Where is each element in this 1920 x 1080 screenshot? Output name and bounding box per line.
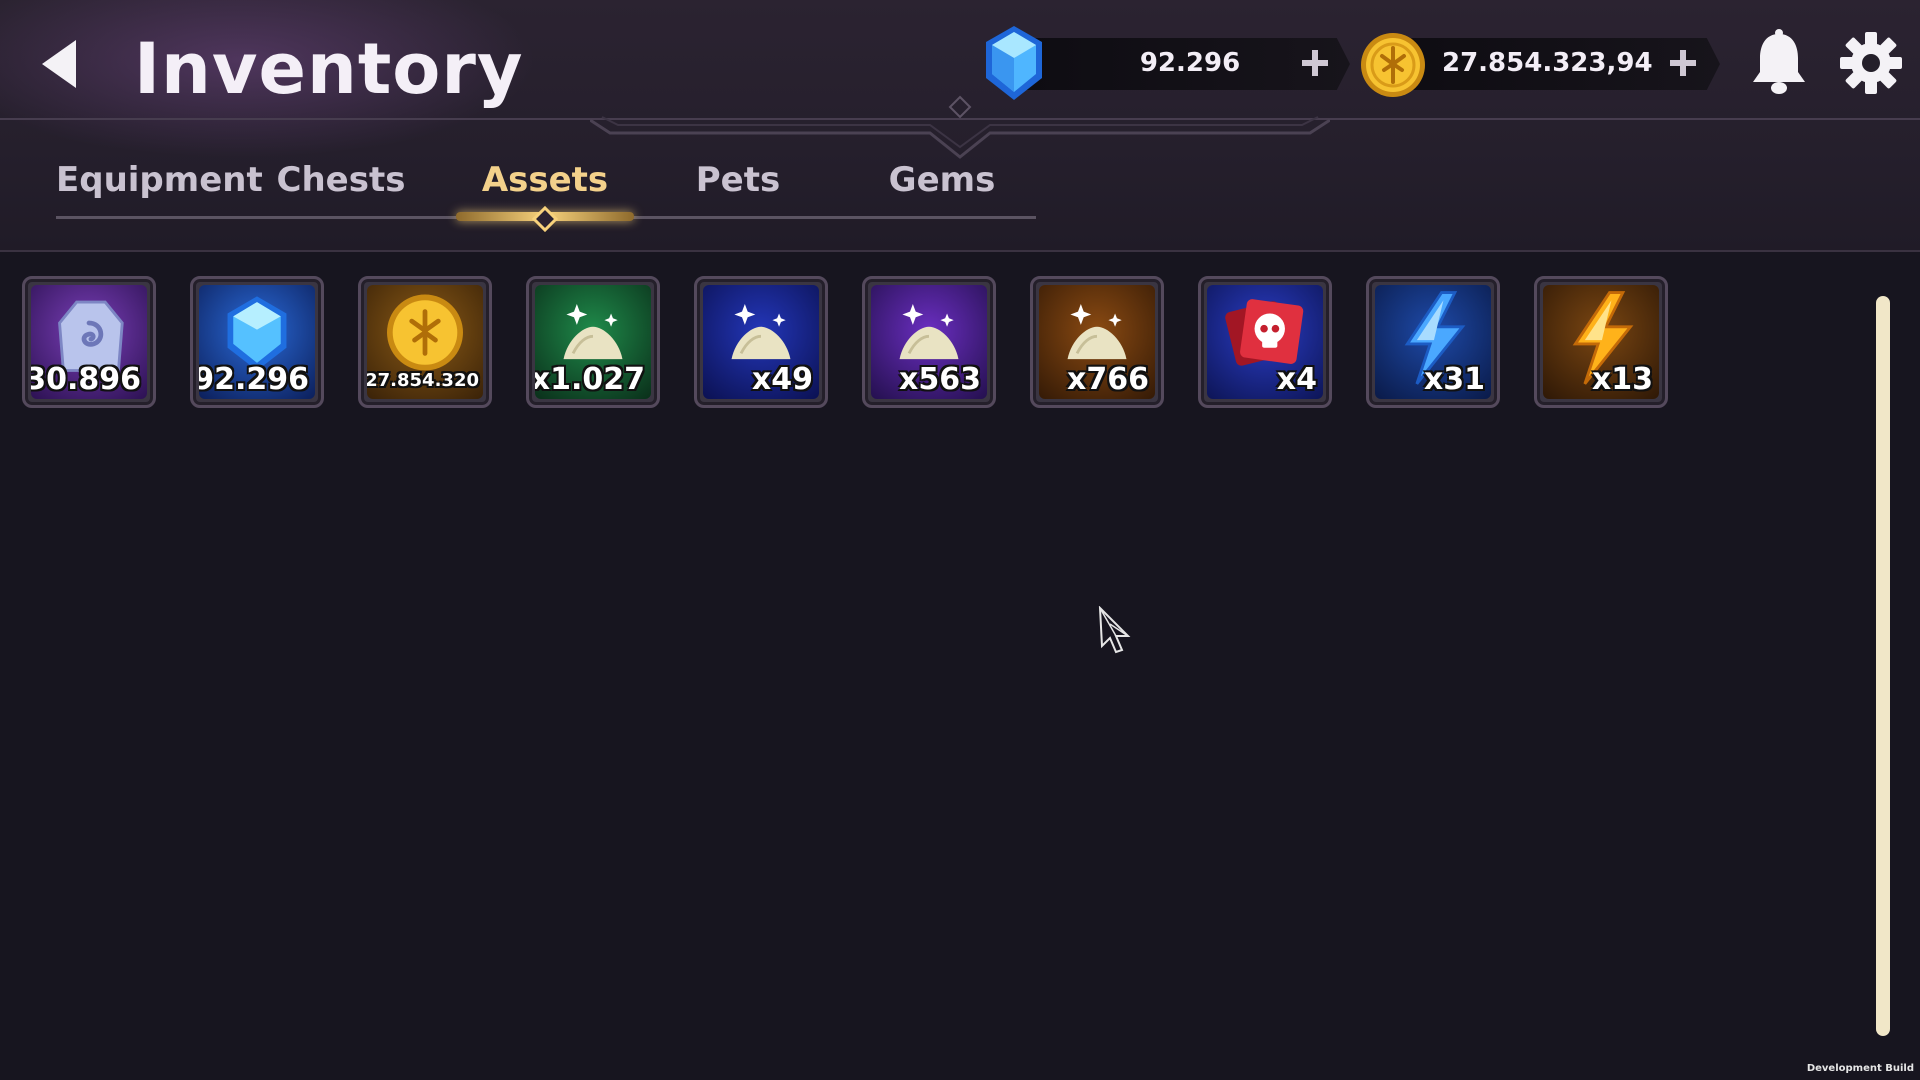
item-quantity: x1.027 [535, 362, 645, 397]
add-gold-button[interactable] [1666, 46, 1700, 80]
asset-slot-dust-blue[interactable]: x49 [694, 276, 828, 408]
item-quantity: x30.896 [31, 362, 141, 397]
add-gems-button[interactable] [1298, 46, 1332, 80]
asset-slot-rune-stone[interactable]: x30.896 [22, 276, 156, 408]
item-quantity: x31 [1423, 362, 1485, 397]
tab-equipment[interactable]: Equipment [56, 160, 263, 200]
item-quantity: x49 [751, 362, 813, 397]
top-bar: Inventory 92.296 27.854.323,94 Equipment… [0, 0, 1920, 252]
gold-amount: 27.854.323,94 [1442, 48, 1653, 78]
asset-slot-blue-gem[interactable]: x92.296 [190, 276, 324, 408]
blue-gem-icon [986, 26, 1042, 100]
bell-icon[interactable] [1748, 28, 1810, 96]
item-quantity: x563 [899, 362, 981, 397]
asset-slot-blue-lightning[interactable]: x31 [1366, 276, 1500, 408]
asset-slot-gold-coin[interactable]: x27.854.320 [358, 276, 492, 408]
gems-counter: 92.296 [1020, 38, 1350, 90]
tab-chests[interactable]: Chests [276, 160, 406, 200]
back-arrow-icon[interactable] [36, 36, 86, 92]
item-quantity: x92.296 [199, 362, 309, 397]
gold-coin-icon [1361, 33, 1425, 97]
tab-assets[interactable]: Assets [470, 160, 620, 200]
development-build-label: Development Build [1806, 1063, 1914, 1074]
page-title: Inventory [134, 28, 524, 110]
asset-slot-gold-lightning[interactable]: x13 [1534, 276, 1668, 408]
asset-slot-skull-ticket[interactable]: x4 [1198, 276, 1332, 408]
item-quantity: x4 [1276, 362, 1317, 397]
tab-pets[interactable]: Pets [688, 160, 788, 200]
active-tab-diamond-icon [532, 206, 558, 232]
asset-slot-dust-purple[interactable]: x563 [862, 276, 996, 408]
mouse-cursor-icon [1098, 606, 1131, 654]
gear-icon[interactable] [1838, 30, 1904, 96]
asset-slot-dust-orange[interactable]: x766 [1030, 276, 1164, 408]
item-quantity: x766 [1067, 362, 1149, 397]
tab-gems[interactable]: Gems [882, 160, 1002, 200]
item-quantity: x13 [1591, 362, 1653, 397]
vertical-scrollbar[interactable] [1876, 296, 1890, 1036]
asset-slot-dust-green[interactable]: x1.027 [526, 276, 660, 408]
gold-counter: 27.854.323,94 [1390, 38, 1720, 90]
item-quantity: x27.854.320 [367, 370, 479, 391]
inventory-tabs: Equipment Chests Assets Pets Gems [56, 150, 1036, 232]
gems-amount: 92.296 [1139, 48, 1241, 78]
